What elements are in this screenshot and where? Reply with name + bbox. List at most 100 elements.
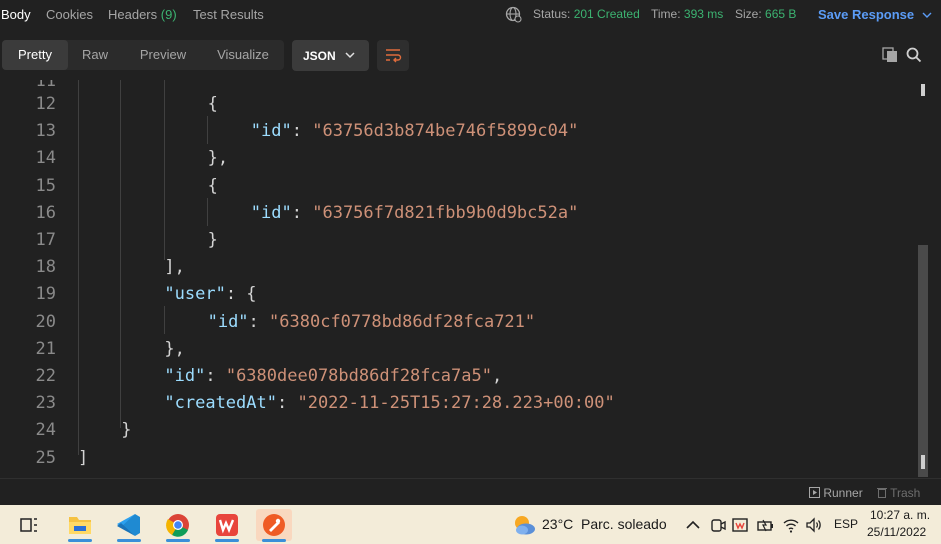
indent-guide — [164, 80, 165, 260]
globe-icon[interactable] — [505, 6, 522, 26]
chrome-icon[interactable] — [160, 509, 196, 542]
json-punctuation: : — [291, 121, 313, 142]
weather-temperature[interactable]: 23°C — [542, 516, 573, 532]
json-punctuation: : — [276, 393, 298, 414]
code-line: 15 { — [0, 173, 915, 200]
indent-guide — [78, 80, 79, 455]
battery-plug-icon[interactable] — [757, 516, 775, 534]
wrap-lines-button[interactable] — [377, 40, 409, 71]
code-line: 22 "id": "6380dee078bd86df28fca7a5", — [0, 363, 915, 390]
code-line: 24} — [0, 417, 915, 444]
line-number: 17 — [35, 230, 56, 250]
view-toolbar: Pretty Raw Preview Visualize — [0, 32, 941, 80]
search-icon[interactable] — [905, 46, 923, 64]
line-number: 20 — [35, 311, 56, 332]
clock-date[interactable]: 25/11/2022 — [867, 525, 926, 539]
save-response-button[interactable]: Save Response — [818, 7, 932, 22]
indent-guide — [164, 306, 165, 334]
line-number: 11 — [35, 80, 56, 91]
code-text: "id": "6380dee078bd86df28fca7a5", — [164, 366, 502, 386]
scrollbar-bottom-marker — [921, 455, 925, 469]
time-label: Time: — [651, 7, 681, 21]
weather-partly-sunny-icon[interactable] — [511, 513, 537, 537]
code-text: ] — [78, 448, 88, 468]
vs-code-icon[interactable] — [111, 509, 147, 542]
volume-icon[interactable] — [805, 516, 823, 534]
save-response-label: Save Response — [818, 7, 915, 22]
code-text: { — [208, 176, 218, 196]
code-line: 18], — [0, 254, 915, 281]
line-number: 16 — [35, 202, 56, 223]
view-pretty-button[interactable]: Pretty — [2, 40, 68, 70]
line-number: 21 — [35, 338, 56, 359]
file-explorer-icon[interactable] — [62, 509, 98, 542]
size-info: Size: 665 B — [735, 7, 796, 21]
status-info: Status: 201 Created — [533, 7, 640, 21]
trash-label: Trash — [890, 486, 921, 500]
view-preview-button[interactable]: Preview — [126, 40, 200, 70]
view-visualize-button[interactable]: Visualize — [204, 40, 282, 70]
code-text: }, — [208, 148, 228, 168]
task-view-icon[interactable] — [11, 509, 47, 541]
size-value[interactable]: 665 B — [765, 7, 796, 21]
tab-headers[interactable]: Headers (9) — [108, 7, 177, 22]
runner-label: Runner — [823, 486, 863, 500]
size-label: Size: — [735, 7, 762, 21]
code-line: 25] — [0, 445, 915, 472]
json-punctuation: { — [207, 175, 218, 196]
json-punctuation: ], — [164, 257, 185, 278]
status-value[interactable]: 201 Created — [574, 7, 640, 21]
json-string: "63756d3b874be746f5899c04" — [312, 121, 579, 142]
json-key: "user" — [164, 284, 226, 305]
scrollbar-thumb[interactable] — [918, 245, 928, 477]
json-punctuation: { — [207, 94, 218, 114]
scrollbar-top-marker — [921, 84, 925, 96]
editor-scrollbar[interactable] — [917, 80, 929, 478]
json-string: "6380dee078bd86df28fca7a5" — [225, 366, 492, 386]
time-info: Time: 393 ms — [651, 7, 723, 21]
code-text: "id": "6380cf0778bd86df28fca721" — [208, 312, 536, 332]
status-label: Status: — [533, 7, 571, 21]
wifi-icon[interactable] — [782, 516, 800, 534]
format-select[interactable]: JSON — [292, 40, 369, 71]
trash-button[interactable]: Trash — [877, 486, 920, 500]
meet-now-icon[interactable] — [709, 516, 727, 534]
wps-tray-icon[interactable] — [732, 516, 750, 534]
tab-test-results[interactable]: Test Results — [193, 7, 264, 22]
postman-icon[interactable] — [256, 509, 292, 542]
json-punctuation: : { — [225, 284, 257, 305]
json-punctuation: : — [205, 366, 226, 386]
weather-description[interactable]: Parc. soleado — [581, 516, 667, 532]
code-line: 16 "id": "63756f7d821fbb9b0d9bc52a" — [0, 200, 915, 227]
tab-body[interactable]: Body — [1, 7, 31, 22]
format-select-value: JSON — [303, 49, 336, 63]
line-number: 19 — [35, 284, 56, 305]
headers-count-badge: (9) — [160, 7, 177, 22]
json-string: "63756f7d821fbb9b0d9bc52a" — [312, 202, 579, 223]
line-number: 23 — [35, 393, 56, 414]
copy-icon[interactable] — [881, 46, 899, 64]
view-raw-button[interactable]: Raw — [68, 40, 122, 70]
line-number: 18 — [35, 257, 56, 278]
time-value[interactable]: 393 ms — [684, 7, 723, 21]
json-key: "id" — [207, 311, 249, 332]
tab-cookies[interactable]: Cookies — [46, 7, 93, 22]
wps-office-icon[interactable] — [209, 509, 245, 542]
code-text: { — [208, 94, 218, 114]
code-text: "id": "63756f7d821fbb9b0d9bc52a" — [251, 203, 579, 223]
chevron-up-icon[interactable] — [684, 516, 702, 534]
json-key: "createdAt" — [164, 393, 277, 414]
clock-time[interactable]: 10:27 a. m. — [870, 508, 930, 522]
line-number: 12 — [35, 94, 56, 114]
runner-button[interactable]: Runner — [809, 486, 863, 500]
response-body-editor[interactable]: 11 12 {13 "id": "63756d3b874be746f5899c04"… — [0, 80, 941, 478]
json-punctuation: } — [121, 420, 132, 441]
code-line: 13 "id": "63756d3b874be746f5899c04" — [0, 118, 915, 145]
code-line: 17} — [0, 227, 915, 254]
code-line: 20 "id": "6380cf0778bd86df28fca721" — [0, 309, 915, 336]
json-punctuation: }, — [207, 148, 229, 169]
json-string: "6380cf0778bd86df28fca721" — [269, 311, 536, 332]
view-mode-segmented-control: Pretty Raw Preview Visualize — [2, 40, 284, 70]
json-punctuation: }, — [164, 338, 185, 359]
language-indicator[interactable]: ESP — [834, 517, 858, 531]
